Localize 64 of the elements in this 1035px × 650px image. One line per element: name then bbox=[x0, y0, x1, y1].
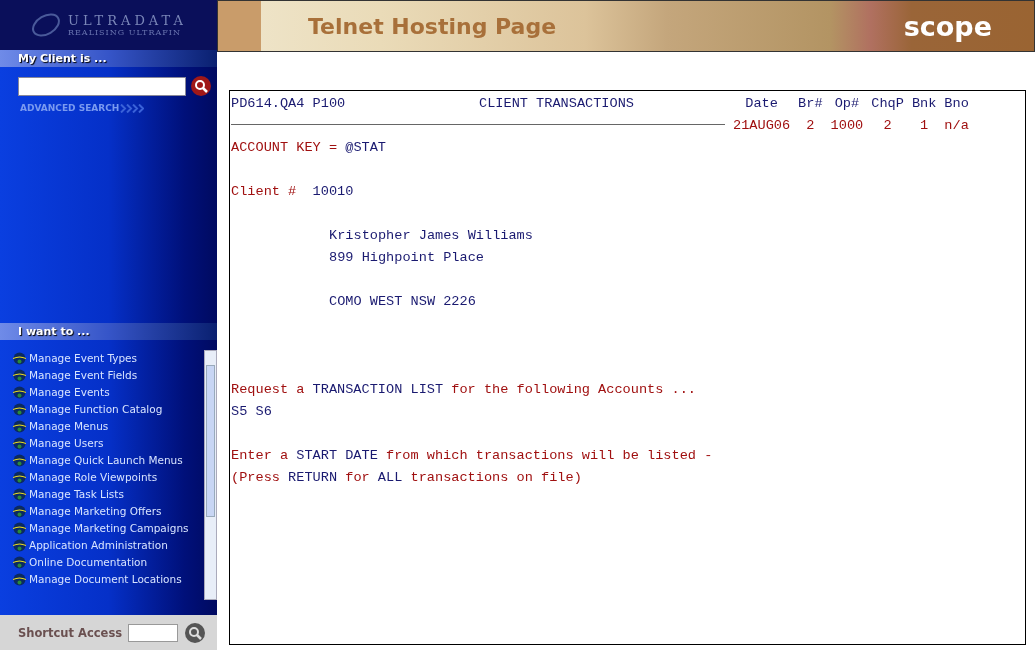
column-value: 1000 bbox=[830, 117, 864, 135]
terminal-line: Enter a START DATE from which transactions will be listed - bbox=[231, 447, 714, 465]
task-link[interactable]: Manage Menus bbox=[12, 418, 204, 435]
screen-title: CLIENT TRANSACTIONS bbox=[479, 95, 634, 113]
column-value: n/a bbox=[944, 117, 969, 135]
photo-placeholder bbox=[218, 1, 261, 51]
search-button[interactable] bbox=[190, 75, 212, 97]
column-value: 1 bbox=[920, 117, 929, 135]
logo-name: ULTRADATA bbox=[68, 13, 187, 28]
task-link[interactable]: Manage Quick Launch Menus bbox=[12, 452, 204, 469]
globe-icon bbox=[12, 352, 27, 365]
globe-icon bbox=[12, 539, 27, 552]
globe-icon bbox=[12, 522, 27, 535]
logo-tagline: REALISING ULTRAFIN bbox=[68, 28, 182, 37]
task-link[interactable]: Manage Marketing Campaigns bbox=[12, 520, 204, 537]
globe-icon bbox=[12, 403, 27, 416]
task-link[interactable]: Online Documentation bbox=[12, 554, 204, 571]
chevrons-icon bbox=[120, 103, 145, 113]
globe-icon bbox=[12, 369, 27, 382]
column-heading: Bno bbox=[944, 95, 969, 113]
column-heading: ChqP bbox=[871, 95, 904, 113]
terminal-line: ACCOUNT KEY = @STAT bbox=[231, 139, 387, 157]
globe-icon bbox=[12, 556, 27, 569]
shortcut-field[interactable] bbox=[128, 623, 179, 642]
globe-icon bbox=[12, 505, 27, 518]
terminal-line: S5 S6 bbox=[231, 403, 273, 421]
terminal-line: 899 Highpoint Place bbox=[329, 249, 485, 267]
terminal-line: COMO WEST NSW 2226 bbox=[329, 293, 477, 311]
terminal-line: Kristopher James Williams bbox=[329, 227, 534, 245]
task-link[interactable]: Manage Users bbox=[12, 435, 204, 452]
column-value: 2 bbox=[806, 117, 815, 135]
globe-icon bbox=[12, 437, 27, 450]
task-link[interactable]: Manage Function Catalog bbox=[12, 401, 204, 418]
column-value: 2 bbox=[883, 117, 892, 135]
task-link[interactable]: Manage Event Fields bbox=[12, 367, 204, 384]
column-heading: Date bbox=[745, 95, 778, 113]
task-link[interactable]: Manage Task Lists bbox=[12, 486, 204, 503]
shortcut-label: Shortcut Access bbox=[18, 625, 123, 640]
task-link[interactable]: Manage Role Viewpoints bbox=[12, 469, 204, 486]
globe-icon bbox=[12, 386, 27, 399]
client-search-field[interactable] bbox=[18, 76, 186, 96]
brand-logo: scope bbox=[903, 10, 992, 42]
globe-icon bbox=[12, 471, 27, 484]
task-link[interactable]: Manage Event Types bbox=[12, 350, 204, 367]
task-link[interactable]: Application Administration bbox=[12, 537, 204, 554]
globe-icon bbox=[12, 420, 27, 433]
terminal-line: (Press RETURN for ALL transactions on file) bbox=[231, 469, 583, 487]
task-link[interactable]: Manage Events bbox=[12, 384, 204, 401]
section-header: My Client is ... bbox=[0, 50, 217, 67]
column-heading: Op# bbox=[834, 95, 860, 113]
globe-icon bbox=[12, 573, 27, 586]
scrollbar[interactable] bbox=[204, 350, 217, 600]
program-id: PD614.QA4 P100 bbox=[231, 95, 347, 113]
terminal-line: Client # 10010 bbox=[231, 183, 355, 201]
page-title: Telnet Hosting Page bbox=[308, 13, 558, 39]
column-heading: Br# bbox=[798, 95, 823, 113]
section-header: I want to ... bbox=[0, 323, 217, 340]
globe-icon bbox=[12, 454, 27, 467]
globe-icon bbox=[12, 488, 27, 501]
task-link[interactable]: Manage Document Locations bbox=[12, 571, 204, 588]
terminal-line: Request a TRANSACTION LIST for the following Accounts ... bbox=[231, 381, 697, 399]
column-heading: Bnk bbox=[911, 95, 937, 113]
task-link[interactable]: Manage Marketing Offers bbox=[12, 503, 204, 520]
column-value: 21AUG06 bbox=[733, 117, 791, 135]
